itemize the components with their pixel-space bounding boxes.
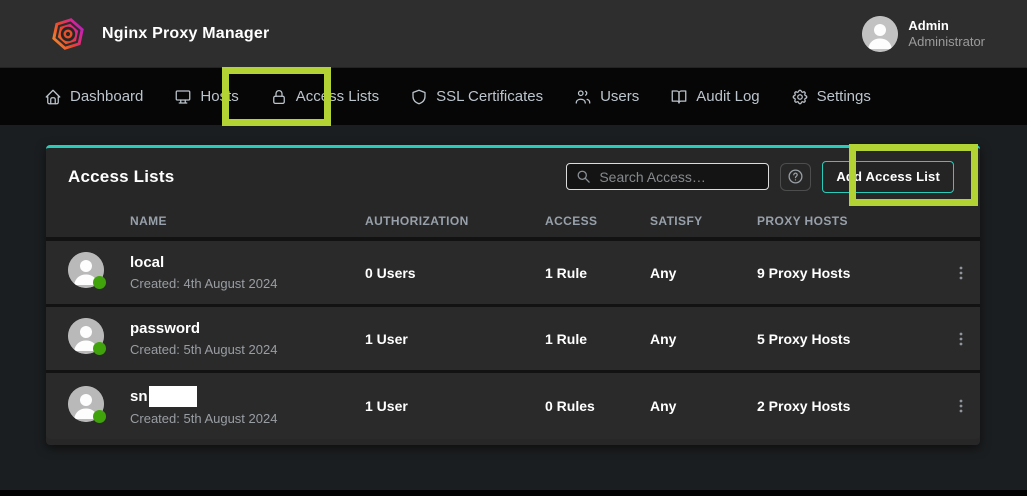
search-icon xyxy=(576,169,591,184)
satisfy-value: Any xyxy=(650,331,757,347)
top-header: Nginx Proxy Manager Admin Administrator xyxy=(0,0,1027,68)
column-header-proxy-hosts: PROXY HOSTS xyxy=(757,214,948,228)
search-input[interactable] xyxy=(599,169,759,185)
access-value: 1 Rule xyxy=(545,265,650,281)
user-info: Admin Administrator xyxy=(908,18,985,50)
nav-item-hosts[interactable]: Hosts xyxy=(174,88,238,106)
shield-icon xyxy=(410,88,428,106)
page-title: Access Lists xyxy=(68,167,174,187)
access-list-name: password xyxy=(130,320,200,338)
kebab-icon xyxy=(953,331,969,347)
satisfy-value: Any xyxy=(650,398,757,414)
proxy-hosts-value: 9 Proxy Hosts xyxy=(757,265,948,281)
add-access-list-button[interactable]: Add Access List xyxy=(822,161,954,193)
row-menu-button[interactable] xyxy=(948,391,974,421)
column-header-satisfy: SATISFY xyxy=(650,214,757,228)
nav-label: Audit Log xyxy=(696,88,759,105)
status-dot xyxy=(93,342,106,355)
user-menu[interactable]: Admin Administrator xyxy=(862,16,985,52)
satisfy-value: Any xyxy=(650,265,757,281)
users-icon xyxy=(574,88,592,106)
access-value: 1 Rule xyxy=(545,331,650,347)
status-dot xyxy=(93,276,106,289)
authorization-value: 0 Users xyxy=(365,265,545,281)
user-name: Admin xyxy=(908,18,985,34)
kebab-icon xyxy=(953,398,969,414)
home-icon xyxy=(44,88,62,106)
row-menu-button[interactable] xyxy=(948,258,974,288)
book-icon xyxy=(670,88,688,106)
gear-icon xyxy=(791,88,809,106)
table-row: local Created: 4th August 2024 0 Users 1… xyxy=(46,241,980,307)
nav-label: SSL Certificates xyxy=(436,88,543,105)
avatar xyxy=(68,318,104,354)
authorization-value: 1 User xyxy=(365,331,545,347)
nav-label: Access Lists xyxy=(296,88,379,105)
column-header-authorization: AUTHORIZATION xyxy=(365,214,545,228)
avatar xyxy=(68,386,104,422)
content-area: Access Lists Add Access List NAME AUTHOR… xyxy=(0,125,1027,490)
access-lists-panel: Access Lists Add Access List NAME AUTHOR… xyxy=(46,145,980,445)
redaction-box xyxy=(149,386,197,407)
help-button[interactable] xyxy=(780,163,811,191)
table-row: sn Created: 5th August 2024 1 User 0 Rul… xyxy=(46,373,980,439)
column-header-access: ACCESS xyxy=(545,214,650,228)
user-role: Administrator xyxy=(908,34,985,50)
help-icon xyxy=(787,168,804,185)
main-nav: Dashboard Hosts Access Lists SSL Certifi… xyxy=(0,68,1027,125)
column-header-name: NAME xyxy=(130,214,365,228)
nav-label: Settings xyxy=(817,88,871,105)
created-date: Created: 5th August 2024 xyxy=(130,342,365,357)
access-value: 0 Rules xyxy=(545,398,650,414)
proxy-hosts-value: 2 Proxy Hosts xyxy=(757,398,948,414)
kebab-icon xyxy=(953,265,969,281)
created-date: Created: 4th August 2024 xyxy=(130,276,365,291)
proxy-hosts-value: 5 Proxy Hosts xyxy=(757,331,948,347)
panel-toolbar: Add Access List xyxy=(566,161,966,193)
avatar xyxy=(68,252,104,288)
nav-item-audit-log[interactable]: Audit Log xyxy=(670,88,759,106)
user-avatar xyxy=(862,16,898,52)
panel-header: Access Lists Add Access List xyxy=(46,148,980,205)
nav-label: Dashboard xyxy=(70,88,143,105)
authorization-value: 1 User xyxy=(365,398,545,414)
nav-item-settings[interactable]: Settings xyxy=(791,88,871,106)
table-header: NAME AUTHORIZATION ACCESS SATISFY PROXY … xyxy=(46,205,980,241)
status-dot xyxy=(93,410,106,423)
nav-item-users[interactable]: Users xyxy=(574,88,639,106)
monitor-icon xyxy=(174,88,192,106)
nav-label: Users xyxy=(600,88,639,105)
table-row: password Created: 5th August 2024 1 User… xyxy=(46,307,980,373)
access-list-name: sn xyxy=(130,388,148,406)
app-logo-icon xyxy=(50,16,86,52)
created-date: Created: 5th August 2024 xyxy=(130,411,365,426)
nav-item-dashboard[interactable]: Dashboard xyxy=(44,88,143,106)
row-menu-button[interactable] xyxy=(948,324,974,354)
lock-icon xyxy=(270,88,288,106)
app-title: Nginx Proxy Manager xyxy=(102,25,269,43)
bottom-edge xyxy=(0,490,1027,496)
nav-item-access-lists[interactable]: Access Lists xyxy=(270,88,379,106)
access-list-name: local xyxy=(130,254,164,272)
search-box xyxy=(566,163,769,190)
nav-label: Hosts xyxy=(200,88,238,105)
nav-item-ssl-certificates[interactable]: SSL Certificates xyxy=(410,88,543,106)
